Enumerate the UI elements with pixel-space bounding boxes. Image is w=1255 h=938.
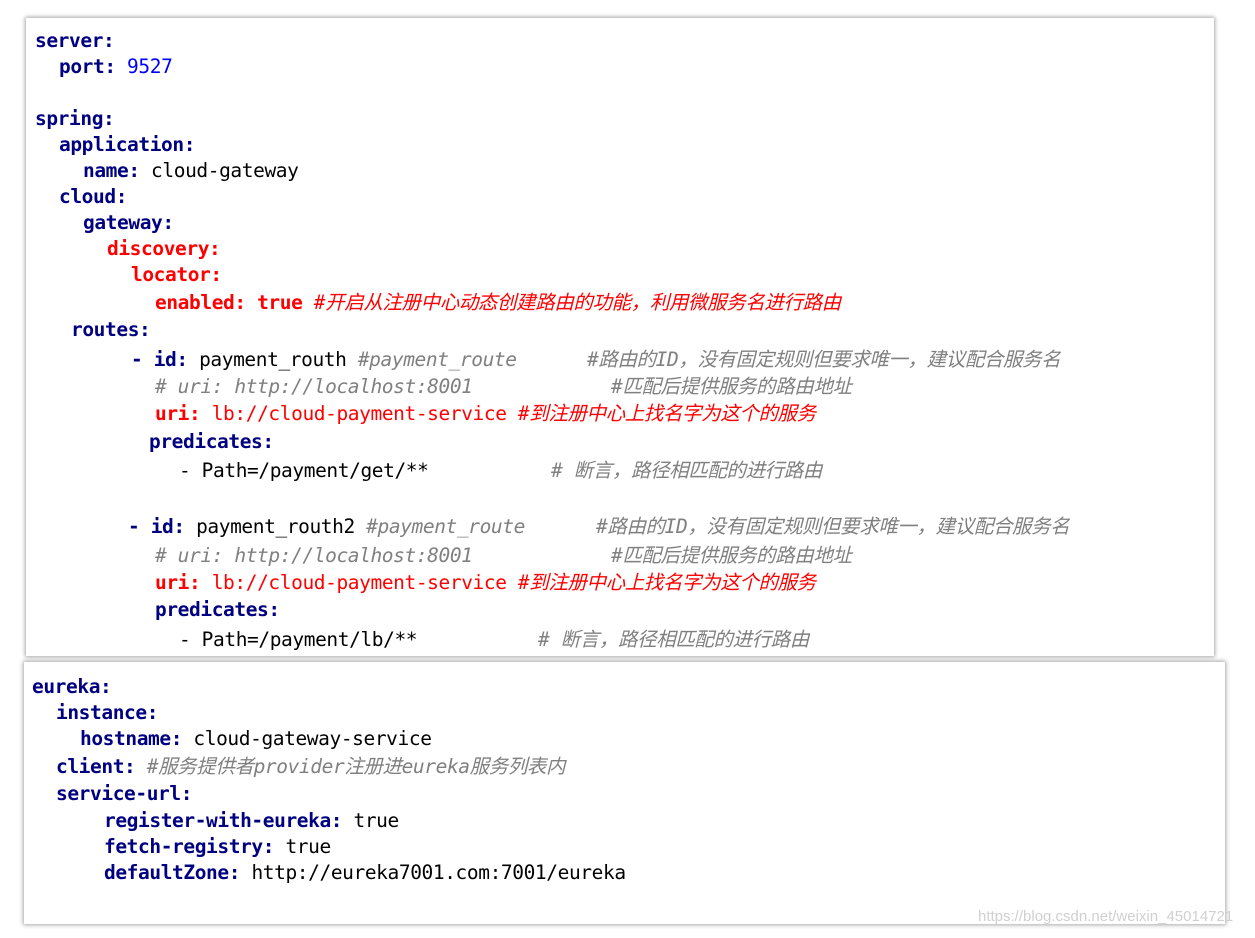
yaml-key: enabled: xyxy=(155,291,246,314)
yaml-line-name: name: cloud-gateway xyxy=(83,158,299,184)
yaml-line-hostname: hostname: cloud-gateway-service xyxy=(80,726,432,752)
yaml-comment: #payment_route xyxy=(366,515,525,538)
yaml-comment: #到注册中心上找名字为这个的服务 xyxy=(517,571,816,594)
yaml-line-route2-uri: uri: lb://cloud-payment-service #到注册中心上找… xyxy=(155,570,816,596)
yaml-line-routes: routes: xyxy=(71,317,151,343)
yaml-value: true xyxy=(257,291,303,314)
yaml-comment: #路由的ID，没有固定规则但要求唯一，建议配合服务名 xyxy=(587,348,1061,371)
yaml-comment: #开启从注册中心动态创建路由的功能，利用微服务名进行路由 xyxy=(313,291,841,314)
yaml-line-instance: instance: xyxy=(56,700,158,726)
yaml-line-route1-id: - id: payment_routh #payment_route xyxy=(131,347,517,373)
yaml-key: service-url: xyxy=(56,782,193,805)
yaml-comment: #匹配后提供服务的路由地址 xyxy=(611,375,852,398)
yaml-key: instance: xyxy=(56,701,159,724)
yaml-value: cloud-gateway xyxy=(151,159,299,182)
yaml-key: uri: xyxy=(155,402,201,425)
yaml-line-application: application: xyxy=(59,132,195,158)
yaml-line-route2-uri-comment: # uri: http://localhost:8001 xyxy=(155,543,473,569)
yaml-key: defaultZone: xyxy=(104,861,241,884)
yaml-key: spring: xyxy=(35,107,115,130)
yaml-key: fetch-registry: xyxy=(104,835,275,858)
yaml-key: predicates: xyxy=(149,430,274,453)
yaml-value: lb://cloud-payment-service xyxy=(211,571,507,594)
yaml-value: lb://cloud-payment-service xyxy=(211,402,507,425)
yaml-line-route1-predicates: predicates: xyxy=(149,429,274,455)
yaml-key: uri: xyxy=(155,571,201,594)
yaml-key: discovery: xyxy=(107,237,221,260)
yaml-key: client: xyxy=(56,755,136,778)
yaml-comment: #payment_route xyxy=(357,348,517,371)
yaml-comment: #到注册中心上找名字为这个的服务 xyxy=(517,402,816,425)
yaml-line-route1-id-comment: #路由的ID，没有固定规则但要求唯一，建议配合服务名 xyxy=(587,347,1061,373)
yaml-key: eureka: xyxy=(32,675,112,698)
yaml-line-route2-id: - id: payment_routh2 #payment_route xyxy=(128,514,525,540)
yaml-value: - Path=/payment/get/** xyxy=(179,459,429,482)
yaml-line-route1-uri-comment2: #匹配后提供服务的路由地址 xyxy=(611,374,852,400)
yaml-key: name: xyxy=(83,159,140,182)
yaml-key: gateway: xyxy=(83,211,174,234)
yaml-line-route2-id-comment: #路由的ID，没有固定规则但要求唯一，建议配合服务名 xyxy=(596,514,1070,540)
yaml-value: true xyxy=(285,835,331,858)
yaml-value: payment_routh xyxy=(199,348,347,371)
yaml-comment: # uri: http://localhost:8001 xyxy=(155,375,473,398)
yaml-line-spring: spring: xyxy=(35,106,115,132)
yaml-comment: #路由的ID，没有固定规则但要求唯一，建议配合服务名 xyxy=(596,515,1070,538)
yaml-comment: # 断言，路径相匹配的进行路由 xyxy=(538,628,809,651)
yaml-line-route1-path: - Path=/payment/get/** xyxy=(179,458,429,484)
yaml-line-cloud: cloud: xyxy=(59,184,127,210)
yaml-line-server: server: xyxy=(35,28,115,54)
yaml-dash: - xyxy=(128,515,151,538)
yaml-line-route1-uri: uri: lb://cloud-payment-service #到注册中心上找… xyxy=(155,401,816,427)
yaml-key: server: xyxy=(35,29,115,52)
yaml-value: cloud-gateway-service xyxy=(193,727,432,750)
yaml-line-default-zone: defaultZone: http://eureka7001.com:7001/… xyxy=(104,860,626,886)
yaml-key: id: xyxy=(153,348,188,371)
yaml-key: routes: xyxy=(71,318,151,341)
yaml-line-route2-predicates: predicates: xyxy=(155,597,280,623)
yaml-key: application: xyxy=(59,133,196,156)
yaml-line-service-url: service-url: xyxy=(56,781,192,807)
watermark-text: https://blog.csdn.net/weixin_45014721 xyxy=(978,908,1234,925)
yaml-dash: - xyxy=(131,348,154,371)
yaml-line-eureka: eureka: xyxy=(32,674,112,700)
yaml-value: http://eureka7001.com:7001/eureka xyxy=(251,861,626,884)
yaml-key: locator: xyxy=(131,263,222,286)
yaml-key: cloud: xyxy=(59,185,128,208)
yaml-key: id: xyxy=(150,515,185,538)
yaml-comment: #服务提供者provider注册进eureka服务列表内 xyxy=(146,755,566,778)
yaml-line-route2-path: - Path=/payment/lb/** xyxy=(179,627,418,653)
yaml-key: predicates: xyxy=(155,598,280,621)
yaml-value: true xyxy=(353,809,399,832)
yaml-value: payment_routh2 xyxy=(196,515,355,538)
yaml-line-route2-uri-comment2: #匹配后提供服务的路由地址 xyxy=(611,543,852,569)
yaml-key: hostname: xyxy=(80,727,183,750)
yaml-value: 9527 xyxy=(127,55,173,78)
yaml-line-register: register-with-eureka: true xyxy=(104,808,399,834)
yaml-line-client: client: #服务提供者provider注册进eureka服务列表内 xyxy=(56,754,566,780)
yaml-line-enabled: enabled: true #开启从注册中心动态创建路由的功能，利用微服务名进行… xyxy=(155,290,841,316)
yaml-comment: #匹配后提供服务的路由地址 xyxy=(611,544,852,567)
yaml-line-route1-uri-comment: # uri: http://localhost:8001 xyxy=(155,374,473,400)
yaml-value: - Path=/payment/lb/** xyxy=(179,628,418,651)
yaml-key: port: xyxy=(59,55,116,78)
yaml-line-discovery: discovery: xyxy=(107,236,221,262)
yaml-line-route1-path-comment: # 断言，路径相匹配的进行路由 xyxy=(551,458,822,484)
yaml-comment: # 断言，路径相匹配的进行路由 xyxy=(551,459,822,482)
yaml-line-port: port: 9527 xyxy=(59,54,173,80)
yaml-key: register-with-eureka: xyxy=(104,809,343,832)
yaml-line-gateway: gateway: xyxy=(83,210,174,236)
yaml-line-fetch: fetch-registry: true xyxy=(104,834,331,860)
yaml-line-locator: locator: xyxy=(131,262,222,288)
yaml-comment: # uri: http://localhost:8001 xyxy=(155,544,473,567)
yaml-line-route2-path-comment: # 断言，路径相匹配的进行路由 xyxy=(538,627,809,653)
